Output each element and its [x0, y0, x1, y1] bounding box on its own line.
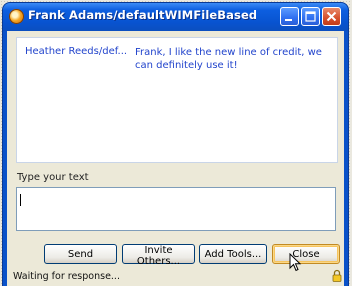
window-body: Heather Reeds/def... Frank, I like the n…: [7, 31, 344, 286]
close-button[interactable]: Close: [272, 244, 340, 264]
title-bar[interactable]: Frank Adams/defaultWIMFileBasedRealm [st…: [3, 3, 348, 31]
maximize-icon: [305, 11, 316, 22]
add-tools-button[interactable]: Add Tools...: [199, 244, 267, 264]
text-caret: [20, 194, 21, 206]
message-input[interactable]: [16, 187, 336, 231]
send-button[interactable]: Send: [44, 244, 117, 264]
message-sender: Heather Reeds/def...: [25, 46, 128, 57]
close-icon: [326, 11, 337, 22]
minimize-button[interactable]: [280, 7, 299, 26]
lock-icon: [332, 269, 342, 282]
window-title: Frank Adams/defaultWIMFileBasedRealm [st…: [28, 8, 256, 22]
invite-others-button[interactable]: Invite Others...: [122, 244, 195, 267]
minimize-icon: [285, 19, 292, 21]
app-icon: [9, 9, 24, 24]
conversation-panel[interactable]: Heather Reeds/def... Frank, I like the n…: [16, 37, 338, 163]
mouse-pointer-icon: [289, 253, 302, 272]
status-text: Waiting for response...: [13, 271, 120, 282]
compose-label: Type your text: [17, 172, 89, 183]
maximize-button[interactable]: [301, 7, 320, 26]
close-window-button[interactable]: [322, 7, 341, 26]
chat-window: Frank Adams/defaultWIMFileBasedRealm [st…: [3, 3, 348, 286]
message-text: Frank, I like the new line of credit, we…: [135, 47, 322, 71]
